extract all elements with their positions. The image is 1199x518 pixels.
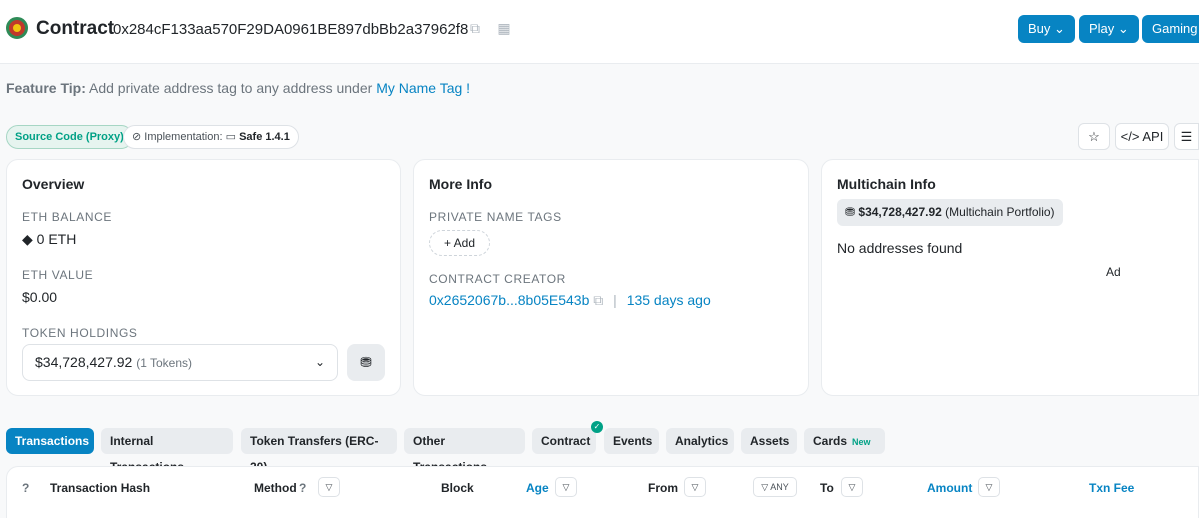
gaming-button-label: Gaming <box>1152 21 1198 36</box>
copy-icon[interactable]: ⧉ <box>467 20 483 36</box>
column-transaction-hash: Transaction Hash <box>50 481 151 495</box>
feature-tip-text: Add private address tag to any address u… <box>89 80 373 96</box>
play-button[interactable]: Play ⌄ <box>1079 15 1139 43</box>
check-circle-icon: ⊘ <box>132 131 142 143</box>
eth-value-label: ETH VALUE <box>22 268 94 282</box>
tab-contract[interactable]: Contract <box>532 428 596 454</box>
filter-icon[interactable]: ▽ <box>841 477 863 497</box>
transactions-table: ? Transaction Hash Method ? ▽ Block Age … <box>6 466 1199 518</box>
contract-logo-icon <box>6 17 28 39</box>
buy-button-label: Buy <box>1028 21 1051 36</box>
multichain-portfolio-badge[interactable]: ⛃ $34,728,427.92 (Multichain Portfolio) <box>837 199 1063 226</box>
star-icon: ☆ <box>1088 129 1100 144</box>
code-icon: </> <box>1120 129 1140 144</box>
more-options-button[interactable]: ☰ <box>1174 123 1199 150</box>
help-icon[interactable]: ? <box>22 481 29 495</box>
direction-filter[interactable]: ▽ ANY <box>753 477 797 497</box>
multichain-info-title: Multichain Info <box>837 176 936 192</box>
file-icon: ▭ <box>225 131 237 143</box>
eth-balance-text: 0 ETH <box>36 231 77 247</box>
source-code-badge[interactable]: Source Code (Proxy) <box>6 125 133 149</box>
tab-events[interactable]: Events <box>604 428 659 454</box>
no-addresses-text: No addresses found <box>837 240 963 256</box>
ethereum-icon: ◆ <box>22 231 33 247</box>
filter-icon[interactable]: ▽ <box>978 477 1000 497</box>
column-age[interactable]: Age <box>526 481 549 495</box>
chevron-down-icon: ⌄ <box>314 355 325 369</box>
column-amount[interactable]: Amount <box>927 481 972 495</box>
coins-icon[interactable]: ⛃ <box>347 344 385 381</box>
new-badge: New <box>852 437 871 447</box>
eth-balance-label: ETH BALANCE <box>22 210 112 224</box>
creator-address-link[interactable]: 0x2652067b...8b05E543b <box>429 292 589 308</box>
filter-icon[interactable]: ▽ <box>318 477 340 497</box>
column-from: From <box>648 481 678 495</box>
my-name-tag-link[interactable]: My Name Tag ! <box>376 80 470 96</box>
buy-button[interactable]: Buy ⌄ <box>1018 15 1075 43</box>
more-info-title: More Info <box>429 176 492 192</box>
tab-token-transfers[interactable]: Token Transfers (ERC-20) <box>241 428 397 474</box>
api-button[interactable]: </> API <box>1115 123 1169 150</box>
tab-analytics[interactable]: Analytics <box>666 428 734 454</box>
more-info-card: More Info PRIVATE NAME TAGS + Add CONTRA… <box>413 159 809 396</box>
implementation-badge[interactable]: ⊘ Implementation: ▭ Safe 1.4.1 <box>123 125 299 149</box>
feature-tip: Feature Tip: Add private address tag to … <box>6 80 470 96</box>
any-label: ANY <box>770 482 789 492</box>
tab-cards[interactable]: Cards New <box>804 428 885 454</box>
token-holdings-dropdown[interactable]: $34,728,427.92 (1 Tokens) ⌄ <box>22 344 338 381</box>
column-block: Block <box>441 481 474 495</box>
tab-internal-transactions[interactable]: Internal Transactions <box>101 428 233 474</box>
chevron-down-icon: ⌄ <box>1054 21 1065 36</box>
eth-balance-value: ◆ 0 ETH <box>22 231 76 248</box>
eth-value: $0.00 <box>22 289 58 305</box>
tab-cards-label: Cards <box>813 434 848 448</box>
add-name-tag-button[interactable]: + Add <box>429 230 491 256</box>
copy-icon[interactable]: ⧉ <box>593 292 603 308</box>
tab-transactions[interactable]: Transactions <box>6 428 94 454</box>
chevron-down-icon: ⌄ <box>1117 21 1129 36</box>
feature-tip-label: Feature Tip: <box>6 80 86 96</box>
overview-title: Overview <box>22 176 85 192</box>
play-button-label: Play <box>1089 21 1115 36</box>
overview-card: Overview ETH BALANCE ◆ 0 ETH ETH VALUE $… <box>6 159 401 396</box>
tab-other-transactions[interactable]: Other Transactions <box>404 428 525 474</box>
gaming-button[interactable]: Gaming <box>1142 15 1199 43</box>
token-holdings-label: TOKEN HOLDINGS <box>22 326 138 340</box>
portfolio-value: $34,728,427.92 <box>858 205 942 219</box>
api-label: API <box>1142 129 1164 144</box>
verified-check-icon: ✓ <box>591 421 603 433</box>
filter-icon[interactable]: ▽ <box>684 477 706 497</box>
qr-code-icon[interactable]: ▦ <box>496 20 512 36</box>
contract-creator-label: CONTRACT CREATOR <box>429 272 566 286</box>
private-name-tags-label: PRIVATE NAME TAGS <box>429 210 562 224</box>
contract-creator-row: 0x2652067b...8b05E543b ⧉ | 135 days ago <box>429 292 711 309</box>
token-count: (1 Tokens) <box>136 356 193 370</box>
page-header: Contract 0x284cF133aa570F29DA0961BE897db… <box>0 0 1199 64</box>
implementation-value: Safe 1.4.1 <box>239 131 290 143</box>
column-to: To <box>820 481 834 495</box>
column-txn-fee[interactable]: Txn Fee <box>1089 481 1134 495</box>
ad-label: Ad <box>1106 265 1121 279</box>
implementation-label: Implementation: <box>144 131 223 143</box>
multichain-info-card: Multichain Info ⛃ $34,728,427.92 (Multic… <box>821 159 1199 396</box>
portfolio-suffix: (Multichain Portfolio) <box>945 205 1055 219</box>
token-holdings-value: $34,728,427.92 <box>35 354 133 370</box>
contract-address: 0x284cF133aa570F29DA0961BE897dbBb2a37962… <box>113 21 469 38</box>
help-icon[interactable]: ? <box>299 481 306 495</box>
tab-assets[interactable]: Assets <box>741 428 797 454</box>
page-title: Contract <box>36 18 115 39</box>
favorite-button[interactable]: ☆ <box>1078 123 1110 150</box>
filter-icon[interactable]: ▽ <box>555 477 577 497</box>
coins-icon: ⛃ <box>845 205 856 219</box>
creator-age-link[interactable]: 135 days ago <box>627 292 711 308</box>
column-method: Method <box>254 481 297 495</box>
list-icon: ☰ <box>1180 129 1193 144</box>
separator: | <box>613 292 617 308</box>
